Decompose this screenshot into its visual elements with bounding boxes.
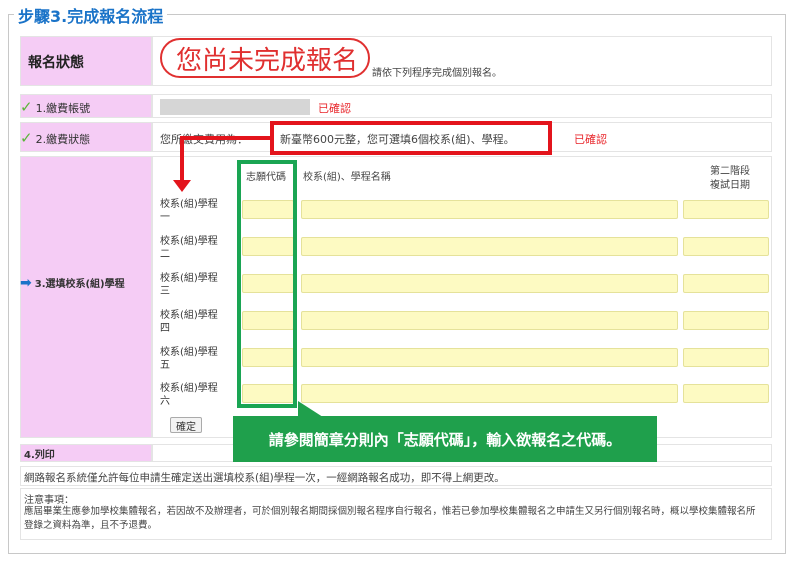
school-name-input[interactable]	[301, 200, 678, 219]
step-title: 步驟3.完成報名流程	[14, 3, 168, 27]
check-icon: ✓	[20, 98, 33, 116]
status-value: 您尚未完成報名	[176, 46, 359, 76]
step3-label-cell	[20, 156, 152, 438]
step4-label: 4.列印	[24, 450, 55, 461]
fee-highlight-box	[270, 121, 552, 155]
col-date-header-2: 複試日期	[710, 180, 750, 191]
red-arrow-vertical	[180, 139, 184, 183]
red-arrow-horizontal	[180, 136, 272, 140]
date-input	[683, 311, 769, 330]
footer-line1: 網路報名系統僅允許每位申請生確定送出選填校系(組)學程一次，一經網路報名成功，即…	[24, 472, 505, 484]
school-row-label: 校系(組)學程六	[160, 383, 218, 407]
date-input	[683, 200, 769, 219]
school-name-input[interactable]	[301, 348, 678, 367]
date-input	[683, 274, 769, 293]
school-row-label: 校系(組)學程四	[160, 310, 218, 334]
check-icon: ✓	[20, 129, 33, 147]
school-name-input[interactable]	[301, 384, 678, 403]
confirm-button[interactable]: 確定	[170, 417, 202, 433]
school-row-label: 校系(組)學程三	[160, 273, 218, 297]
school-name-input[interactable]	[301, 274, 678, 293]
date-input	[683, 384, 769, 403]
school-name-input[interactable]	[301, 237, 678, 256]
col-name-header: 校系(組)、學程名稱	[303, 172, 391, 183]
footer-note-title: 注意事項：	[24, 495, 74, 506]
status-hint: 請依下列程序完成個別報名。	[372, 68, 502, 79]
arrow-right-icon: ➡	[20, 275, 32, 291]
date-input	[683, 237, 769, 256]
date-input	[683, 348, 769, 367]
step3-label: ➡ 3.選填校系(組)學程	[20, 275, 125, 291]
footer-note-body: 應屆畢業生應參加學校集體報名，若因故不及辦理者，可於個別報名期間採個別報名程序自…	[24, 506, 756, 531]
red-arrow-head-icon	[173, 180, 191, 192]
status-label: 報名狀態	[28, 55, 84, 71]
step1-status: 已確認	[318, 102, 351, 115]
code-column-highlight	[237, 160, 297, 408]
step2-label: ✓ 2.繳費狀態	[20, 129, 91, 147]
school-row-label: 校系(組)學程五	[160, 347, 218, 371]
step1-label: ✓ 1.繳費帳號	[20, 98, 91, 116]
school-row-label: 校系(組)學程一	[160, 199, 218, 223]
step2-status: 已確認	[574, 133, 607, 146]
school-row-label: 校系(組)學程二	[160, 236, 218, 260]
col-date-header-1: 第二階段	[710, 166, 750, 177]
school-name-input[interactable]	[301, 311, 678, 330]
account-number-bar	[160, 99, 310, 115]
callout-note: 請參閱簡章分則內「志願代碼」，輸入欲報名之代碼。	[233, 416, 657, 462]
